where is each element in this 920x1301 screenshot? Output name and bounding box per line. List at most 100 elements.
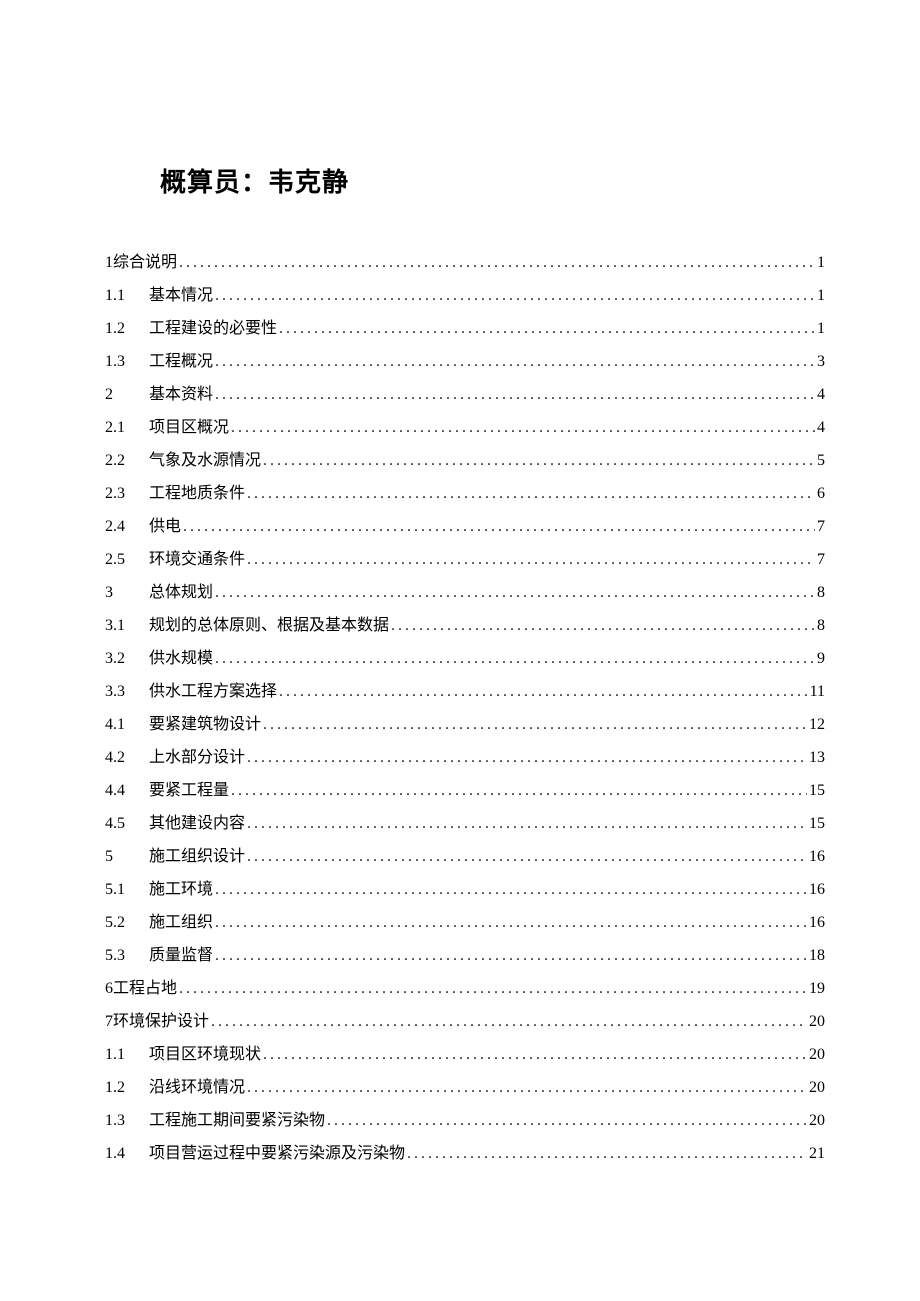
toc-entry: 2基本资料 ..................................… xyxy=(105,387,825,403)
toc-entry-page: 16 xyxy=(809,915,825,931)
toc-entry-number: 2.1 xyxy=(105,420,149,436)
toc-entry-number: 1.3 xyxy=(105,1113,149,1129)
toc-entry-page: 16 xyxy=(809,849,825,865)
toc-dot-leader: ........................................… xyxy=(247,552,815,568)
toc-dot-leader: ........................................… xyxy=(247,486,815,502)
toc-entry-page: 5 xyxy=(817,453,825,469)
toc-dot-leader: ........................................… xyxy=(215,882,807,898)
toc-dot-leader: ........................................… xyxy=(215,915,807,931)
toc-entry-number: 5 xyxy=(105,849,149,865)
toc-entry-page: 13 xyxy=(809,750,825,766)
toc-entry-title: 要紧建筑物设计 xyxy=(149,717,261,733)
toc-entry-title: 项目营运过程中要紧污染源及污染物 xyxy=(149,1146,405,1162)
toc-entry-page: 15 xyxy=(809,783,825,799)
toc-entry: 4.2上水部分设计 ..............................… xyxy=(105,750,825,766)
toc-entry-title: 工程占地 xyxy=(113,981,177,997)
toc-dot-leader: ........................................… xyxy=(215,651,815,667)
toc-entry: 5.3质量监督 ................................… xyxy=(105,948,825,964)
toc-entry: 5.1施工环境 ................................… xyxy=(105,882,825,898)
toc-entry: 1.2工程建设的必要性 ............................… xyxy=(105,321,825,337)
toc-entry: 7 环境保护设计 ...............................… xyxy=(105,1014,825,1030)
toc-entry-page: 15 xyxy=(809,816,825,832)
toc-dot-leader: ........................................… xyxy=(263,453,815,469)
toc-entry: 2.3工程地质条件 ..............................… xyxy=(105,486,825,502)
toc-entry-page: 1 xyxy=(817,321,825,337)
toc-entry-number: 1.4 xyxy=(105,1146,149,1162)
toc-dot-leader: ........................................… xyxy=(327,1113,807,1129)
toc-dot-leader: ........................................… xyxy=(179,981,807,997)
toc-entry-page: 3 xyxy=(817,354,825,370)
toc-entry-title: 沿线环境情况 xyxy=(149,1080,245,1096)
toc-entry-title: 气象及水源情况 xyxy=(149,453,261,469)
toc-dot-leader: ........................................… xyxy=(247,750,807,766)
toc-entry-title: 环境交通条件 xyxy=(149,552,245,568)
toc-entry-number: 3.3 xyxy=(105,684,149,700)
toc-entry: 3.3供水工程方案选择 ............................… xyxy=(105,684,825,700)
toc-entry-page: 20 xyxy=(809,1047,825,1063)
toc-entry-title: 其他建设内容 xyxy=(149,816,245,832)
toc-dot-leader: ........................................… xyxy=(247,1080,807,1096)
toc-entry-page: 6 xyxy=(817,486,825,502)
toc-entry-number: 1.3 xyxy=(105,354,149,370)
toc-entry-number: 2.2 xyxy=(105,453,149,469)
toc-entry-page: 12 xyxy=(809,717,825,733)
toc-entry: 1.3工程施工期间要紧污染物 .........................… xyxy=(105,1113,825,1129)
table-of-contents: 1 综合说明 .................................… xyxy=(105,255,825,1162)
toc-dot-leader: ........................................… xyxy=(279,684,808,700)
toc-entry-number: 5.3 xyxy=(105,948,149,964)
toc-entry-page: 20 xyxy=(809,1113,825,1129)
toc-entry-page: 4 xyxy=(817,387,825,403)
toc-entry: 3.1规划的总体原则、根据及基本数据 .....................… xyxy=(105,618,825,634)
toc-entry-number: 1.1 xyxy=(105,1047,149,1063)
toc-dot-leader: ........................................… xyxy=(263,1047,807,1063)
toc-entry-title: 综合说明 xyxy=(113,255,177,271)
toc-entry-title: 环境保护设计 xyxy=(113,1014,209,1030)
toc-entry: 1.2沿线环境情况 ..............................… xyxy=(105,1080,825,1096)
toc-entry-title: 施工组织设计 xyxy=(149,849,245,865)
toc-entry: 1.4项目营运过程中要紧污染源及污染物 ....................… xyxy=(105,1146,825,1162)
toc-entry-page: 21 xyxy=(809,1146,825,1162)
toc-entry-number: 2 xyxy=(105,387,149,403)
toc-entry: 2.1项目区概况 ...............................… xyxy=(105,420,825,436)
toc-entry: 6 工程占地 .................................… xyxy=(105,981,825,997)
toc-entry: 1.1基本情况 ................................… xyxy=(105,288,825,304)
toc-dot-leader: ........................................… xyxy=(247,849,807,865)
toc-dot-leader: ........................................… xyxy=(231,420,815,436)
toc-entry: 2.5环境交通条件 ..............................… xyxy=(105,552,825,568)
toc-entry-title: 要紧工程量 xyxy=(149,783,229,799)
toc-entry-page: 16 xyxy=(809,882,825,898)
toc-entry-page: 11 xyxy=(810,684,825,700)
toc-entry-number: 1 xyxy=(105,255,113,271)
toc-dot-leader: ........................................… xyxy=(391,618,815,634)
toc-entry-number: 4.4 xyxy=(105,783,149,799)
toc-entry-page: 20 xyxy=(809,1080,825,1096)
toc-entry-number: 2.5 xyxy=(105,552,149,568)
toc-dot-leader: ........................................… xyxy=(215,948,807,964)
toc-entry-number: 2.4 xyxy=(105,519,149,535)
toc-entry: 2.4供电 ..................................… xyxy=(105,519,825,535)
toc-entry-number: 6 xyxy=(105,981,113,997)
toc-entry: 1 综合说明 .................................… xyxy=(105,255,825,271)
toc-entry-title: 工程施工期间要紧污染物 xyxy=(149,1113,325,1129)
toc-entry-title: 项目区概况 xyxy=(149,420,229,436)
toc-entry-page: 1 xyxy=(817,255,825,271)
toc-entry: 4.4要紧工程量 ...............................… xyxy=(105,783,825,799)
toc-entry-number: 3 xyxy=(105,585,149,601)
toc-entry-title: 基本资料 xyxy=(149,387,213,403)
toc-entry-page: 1 xyxy=(817,288,825,304)
page-title: 概算员：韦克静 xyxy=(160,162,825,199)
toc-dot-leader: ........................................… xyxy=(263,717,807,733)
toc-entry-page: 8 xyxy=(817,618,825,634)
toc-dot-leader: ........................................… xyxy=(211,1014,807,1030)
toc-dot-leader: ........................................… xyxy=(407,1146,807,1162)
toc-entry-title: 质量监督 xyxy=(149,948,213,964)
toc-entry-title: 项目区环境现状 xyxy=(149,1047,261,1063)
toc-dot-leader: ........................................… xyxy=(279,321,815,337)
toc-dot-leader: ........................................… xyxy=(215,354,815,370)
toc-entry-page: 7 xyxy=(817,519,825,535)
toc-entry-number: 7 xyxy=(105,1014,113,1030)
toc-dot-leader: ........................................… xyxy=(215,387,815,403)
toc-entry: 4.5其他建设内容 ..............................… xyxy=(105,816,825,832)
toc-entry-number: 2.3 xyxy=(105,486,149,502)
toc-entry-title: 工程地质条件 xyxy=(149,486,245,502)
